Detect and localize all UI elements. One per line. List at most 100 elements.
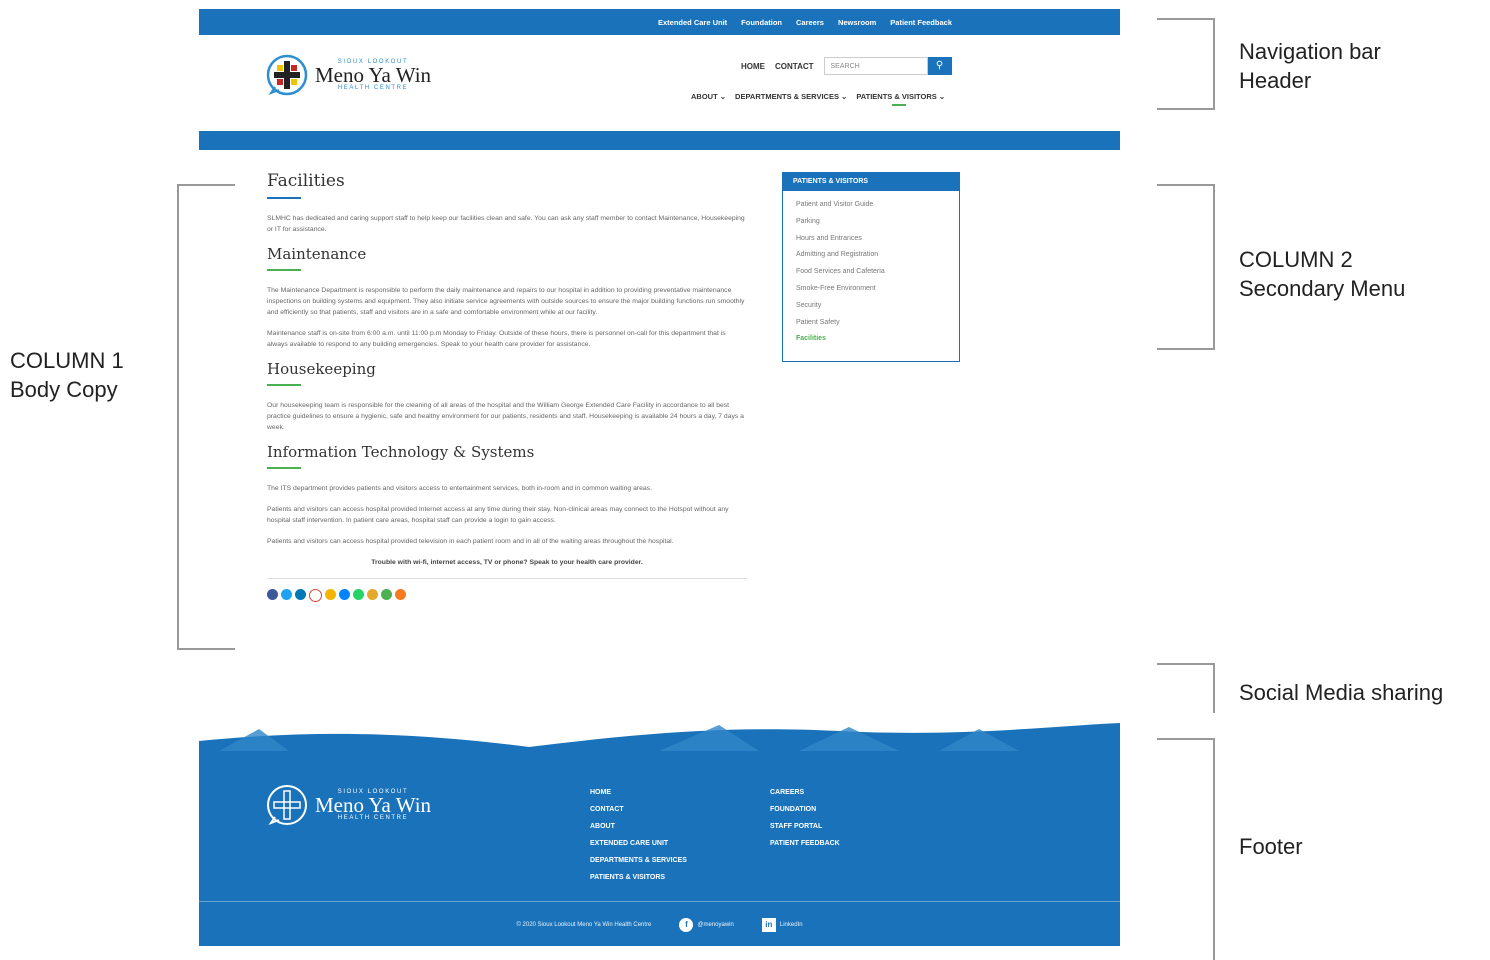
messenger-icon[interactable] [339,589,350,600]
logo-cross-icon [267,785,307,826]
pinterest-icon[interactable] [367,589,378,600]
gmail-icon[interactable] [309,589,322,602]
footer-link-home[interactable]: HOME [590,784,687,801]
footer-nav-col-2: CAREERS FOUNDATION STAFF PORTAL PATIENT … [770,784,840,852]
topbar-link-newsroom[interactable]: Newsroom [838,18,876,27]
footer-facebook-link[interactable]: f @menoyawin [679,918,734,932]
title-underline [267,197,301,199]
topbar-link-foundation[interactable]: Foundation [741,18,782,27]
footer-bottom-bar: © 2020 Sioux Lookout Meno Ya Win Health … [199,901,1120,946]
email-icon[interactable] [325,589,336,600]
heading-underline [267,269,301,271]
nav-patients-visitors[interactable]: PATIENTS & VISITORS ⌄ [856,92,945,106]
whatsapp-icon[interactable] [353,589,364,600]
bracket-column-1 [177,184,235,650]
top-utility-bar: Extended Care Unit Foundation Careers Ne… [199,9,1120,35]
sms-icon[interactable] [381,589,392,600]
bracket-column-2 [1157,184,1215,350]
nav-departments-services[interactable]: DEPARTMENTS & SERVICES ⌄ [735,92,847,101]
footer-logo-line-3: HEALTH CENTRE [337,815,409,821]
annotation-footer: Footer [1239,834,1303,859]
facebook-icon[interactable] [267,589,278,600]
sidebar-item-food[interactable]: Food Services and Cafeteria [796,264,959,281]
share-icon[interactable] [395,589,406,600]
search-input[interactable]: SEARCH [823,57,928,75]
secondary-menu: PATIENTS & VISITORS Patient and Visitor … [782,172,960,362]
footer-wave-graphic [199,723,1120,753]
facebook-handle: @menoyawin [697,922,734,928]
sidebar-item-parking[interactable]: Parking [796,214,959,231]
sidebar-item-security[interactable]: Security [796,298,959,315]
heading-underline [267,384,301,386]
sidebar-item-visitor-guide[interactable]: Patient and Visitor Guide [796,197,959,214]
site-footer: SIOUX LOOKOUT Meno Ya Win HEALTH CENTRE … [199,723,1120,946]
footer-link-extended-care[interactable]: EXTENDED CARE UNIT [590,835,687,852]
twitter-icon[interactable] [281,589,292,600]
website-screenshot: Extended Care Unit Foundation Careers Ne… [199,9,1120,946]
bracket-social [1157,663,1215,713]
sidebar-item-admitting[interactable]: Admitting and Registration [796,247,959,264]
annotation-nav-header-line-1: Navigation bar [1239,39,1381,64]
annotation-social: Social Media sharing [1239,680,1444,705]
footer-logo-line-2: Meno Ya Win [315,793,432,817]
annotation-column-1-line-1: COLUMN 1 [10,348,124,373]
footer-link-contact[interactable]: CONTACT [590,801,687,818]
annotation-column-1-line-2: Body Copy [10,377,118,402]
logo-line-2: Meno Ya Win [315,63,432,87]
maintenance-paragraph-2: Maintenance staff is on-site from 6:00 a… [267,330,726,348]
logo-line-3: HEALTH CENTRE [337,85,409,91]
footer-logo[interactable]: SIOUX LOOKOUT Meno Ya Win HEALTH CENTRE [265,783,431,827]
linkedin-label: LinkedIn [779,922,803,928]
logo-cross-icon [266,54,308,96]
body-copy-column: Facilities SLMHC has dedicated and carin… [267,171,747,602]
linkedin-icon[interactable] [295,589,306,600]
content-divider [267,578,747,579]
footer-link-foundation[interactable]: FOUNDATION [770,801,840,818]
search-button[interactable]: ⚲ [927,57,952,75]
maintenance-paragraph-1: The Maintenance Department is responsibl… [267,287,745,316]
nav-home-link[interactable]: HOME [741,62,765,71]
secondary-menu-heading: PATIENTS & VISITORS [783,173,959,191]
header-banner-bar [199,131,1120,150]
site-logo[interactable]: SIOUX LOOKOUT Meno Ya Win HEALTH CENTRE [265,53,431,97]
topbar-link-extended-care[interactable]: Extended Care Unit [658,18,727,27]
page-title: Facilities [267,171,345,191]
main-nav: ABOUT ⌄ DEPARTMENTS & SERVICES ⌄ PATIENT… [691,92,945,106]
footer-link-departments[interactable]: DEPARTMENTS & SERVICES [590,852,687,869]
footer-link-patients-visitors[interactable]: PATIENTS & VISITORS [590,869,687,886]
footer-link-careers[interactable]: CAREERS [770,784,840,801]
footer-link-staff-portal[interactable]: STAFF PORTAL [770,818,840,835]
search-icon: ⚲ [935,60,944,71]
annotation-column-1: COLUMN 1 Body Copy [10,346,124,404]
annotation-column-2-line-1: COLUMN 2 [1239,247,1353,272]
its-paragraph-3: Patients and visitors can access hospita… [267,538,674,545]
sidebar-item-smoke-free[interactable]: Smoke-Free Environment [796,281,959,298]
heading-underline [267,467,301,469]
its-note: Trouble with wi-fi, internet access, TV … [371,559,643,566]
annotation-nav-header: Navigation bar Header [1239,37,1381,95]
bracket-nav-header [1157,18,1215,110]
intro-paragraph: SLMHC has dedicated and caring support s… [267,215,745,233]
housekeeping-heading: Housekeeping [267,360,376,378]
its-paragraph-1: The ITS department provides patients and… [267,485,652,492]
footer-linkedin-link[interactable]: in LinkedIn [761,918,803,932]
its-heading: Information Technology & Systems [267,443,535,461]
topbar-link-patient-feedback[interactable]: Patient Feedback [890,18,952,27]
maintenance-heading: Maintenance [267,245,367,263]
site-header: SIOUX LOOKOUT Meno Ya Win HEALTH CENTRE … [199,35,1120,131]
footer-link-patient-feedback[interactable]: PATIENT FEEDBACK [770,835,840,852]
nav-about[interactable]: ABOUT ⌄ [691,92,726,101]
sidebar-item-facilities[interactable]: Facilities [796,331,959,348]
copyright-text: © 2020 Sioux Lookout Meno Ya Win Health … [516,922,652,928]
topbar-link-careers[interactable]: Careers [796,18,824,27]
its-paragraph-2: Patients and visitors can access hospita… [267,506,729,524]
sidebar-item-patient-safety[interactable]: Patient Safety [796,315,959,332]
linkedin-icon: in [761,918,776,932]
footer-nav-col-1: HOME CONTACT ABOUT EXTENDED CARE UNIT DE… [590,784,687,886]
annotation-column-2-line-2: Secondary Menu [1239,276,1406,301]
social-share-bar [267,589,747,602]
footer-link-about[interactable]: ABOUT [590,818,687,835]
bracket-footer [1157,738,1215,960]
nav-contact-link[interactable]: CONTACT [775,62,814,71]
sidebar-item-hours[interactable]: Hours and Entrances [796,231,959,248]
